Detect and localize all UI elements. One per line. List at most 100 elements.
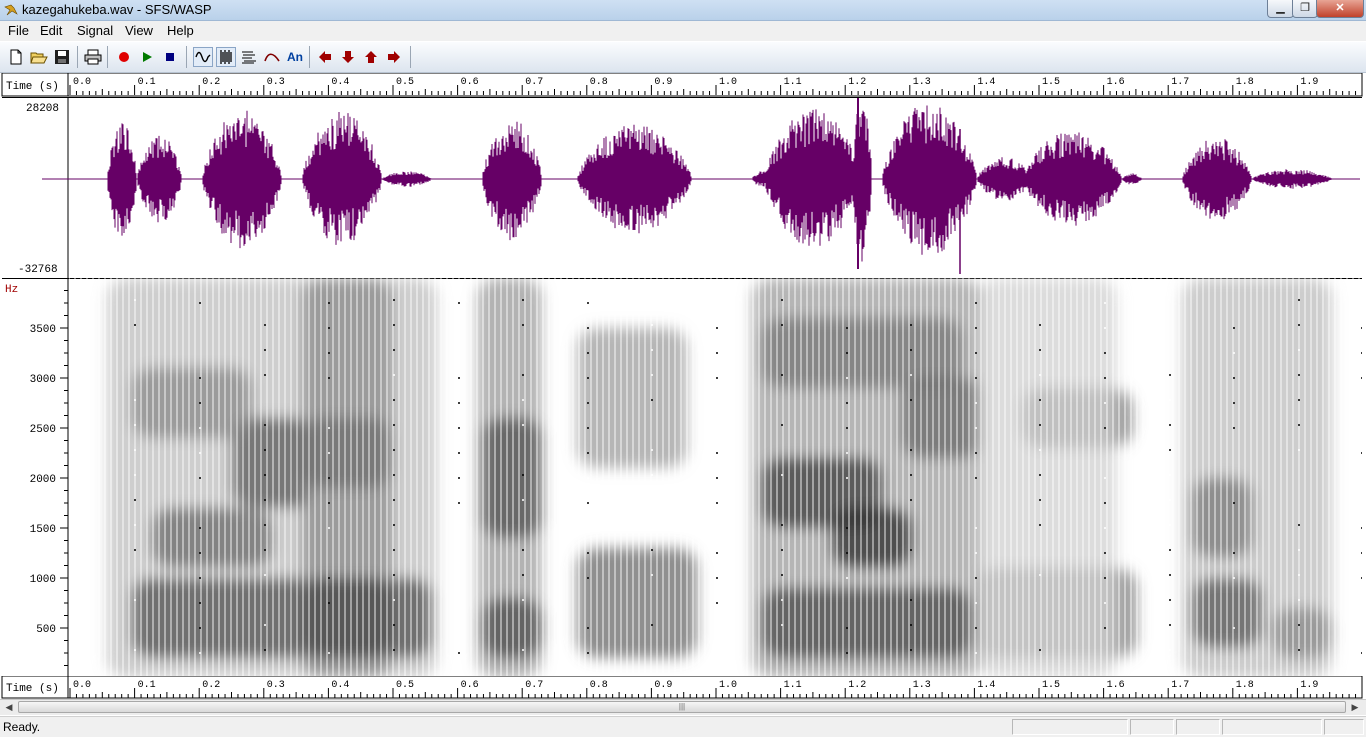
time-tick-label: 0.2 [202,77,220,88]
time-axis-bottom: Time (s) 0.0 0.1 0.2 0.3 0.4 0.5 0.6 0.7 0.8 0.9 1… [1,676,1363,699]
close-button[interactable]: ✕ [1316,0,1364,18]
pitch-view-button[interactable] [262,47,282,67]
toolbar-separator [309,46,310,68]
window-title: kazegahukeba.wav - SFS/WASP [22,2,212,17]
frequency-tick-label: 2000 [30,474,56,486]
time-tick-label: 0.4 [331,680,349,691]
open-folder-icon [30,52,48,64]
print-button[interactable] [83,47,103,67]
time-tick-label: 0.3 [267,680,285,691]
status-pane [1222,719,1322,735]
status-pane [1176,719,1220,735]
time-tick-label: 1.0 [719,77,737,88]
time-tick-label: 1.3 [913,680,931,691]
save-button[interactable] [52,47,72,67]
time-tick-label: 1.3 [913,77,931,88]
time-tick-label: 1.2 [848,680,866,691]
spectrogram-view-button[interactable] [216,47,236,67]
status-text: Ready. [3,720,41,734]
time-tick-label: 0.4 [331,77,349,88]
scroll-right-arrow[interactable]: ▶ [1348,701,1362,714]
waveform-view-button[interactable] [193,47,213,67]
frequency-tick-label: 1000 [30,574,56,586]
time-tick-label: 0.6 [461,680,479,691]
record-button[interactable] [114,47,134,67]
waveform-trace [42,98,1360,274]
zoom-in-button[interactable] [361,47,381,67]
frequency-tick-label: 3000 [30,374,56,386]
save-icon [55,50,69,64]
scroll-right-button[interactable] [384,47,404,67]
record-icon [119,52,129,62]
time-tick-label: 1.4 [977,680,995,691]
time-axis-top: Time (s) 0.0 0.1 0.2 0.3 0.4 0.5 0.6 0.7 0.8 0.9 1… [1,73,1363,97]
menu-edit[interactable]: Edit [40,23,62,38]
new-file-button[interactable] [6,47,26,67]
horizontal-scrollbar[interactable]: ◀ ||| ▶ [0,699,1366,715]
pitch-view-icon [264,53,280,62]
time-axis-label: Time (s) [6,683,59,695]
time-tick-label: 0.6 [461,77,479,88]
time-tick-label: 1.7 [1171,77,1189,88]
time-tick-label: 0.7 [525,77,543,88]
time-tick-label: 1.7 [1171,680,1189,691]
menu-signal[interactable]: Signal [77,23,113,38]
frequency-unit-label: Hz [5,284,18,296]
arrow-right-icon [388,51,400,63]
menu-help[interactable]: Help [167,23,194,38]
menu-file[interactable]: File [8,23,29,38]
time-tick-label: 0.1 [138,77,156,88]
waveform-panel[interactable]: 28208 -32768 [2,97,1362,279]
time-axis-label: Time (s) [6,81,59,93]
open-button[interactable] [29,47,49,67]
time-tick-label: 0.0 [73,680,91,691]
time-tick-label: 1.9 [1300,77,1318,88]
time-tick-label: 0.3 [267,77,285,88]
time-tick-label: 1.6 [1107,680,1125,691]
toolbar: An [0,42,1366,73]
waveform-view-icon [195,51,211,63]
time-tick-label: 1.4 [977,77,995,88]
time-tick-label: 0.8 [590,680,608,691]
stop-button[interactable] [160,47,180,67]
time-tick-label: 1.1 [784,77,802,88]
time-tick-label: 1.6 [1107,77,1125,88]
time-tick-label: 0.8 [590,77,608,88]
menu-view[interactable]: View [125,23,153,38]
spectrogram-panel[interactable]: Hz 3500 3000 2500 2000 1500 1000 500 [2,278,1362,683]
scroll-left-arrow[interactable]: ◀ [2,701,16,714]
scroll-left-button[interactable] [315,47,335,67]
scroll-thumb[interactable]: ||| [18,701,1346,713]
play-button[interactable] [137,47,157,67]
annotation-button[interactable]: An [285,47,305,67]
time-tick-label: 0.1 [138,680,156,691]
status-pane [1130,719,1174,735]
menu-bar: File Edit Signal View Help [0,21,1366,41]
maximize-button[interactable]: ❐ [1292,0,1318,18]
status-bar: Ready. [0,716,1366,737]
status-pane [1012,719,1128,735]
time-tick-label: 1.8 [1236,680,1254,691]
frequency-tick-label: 2500 [30,424,56,436]
minimize-button[interactable]: ▁ [1267,0,1294,18]
time-tick-label: 0.0 [73,77,91,88]
time-tick-label: 1.8 [1236,77,1254,88]
time-tick-label: 1.1 [784,680,802,691]
play-icon [143,52,152,62]
time-tick-label: 1.5 [1042,680,1060,691]
time-tick-label: 0.7 [525,680,543,691]
toolbar-separator [107,46,108,68]
title-bar: kazegahukeba.wav - SFS/WASP ▁ ❐ ✕ [0,0,1366,21]
frequency-tick-label: 3500 [30,324,56,336]
time-tick-label: 0.5 [396,680,414,691]
time-tick-label: 1.5 [1042,77,1060,88]
arrow-left-icon [319,51,331,63]
arrow-up-icon [365,51,377,63]
spectrum-view-button[interactable] [239,47,259,67]
print-icon [84,49,102,65]
frequency-axis: 3500 3000 2500 2000 1500 1000 500 [30,290,68,679]
waveform-max-label: 28208 [26,103,59,115]
zoom-out-button[interactable] [338,47,358,67]
toolbar-separator [186,46,187,68]
signal-display[interactable]: Time (s) 0.0 0.1 0.2 0.3 0.4 0.5 0.6 0.7 0.8 0.9 1… [0,73,1366,699]
